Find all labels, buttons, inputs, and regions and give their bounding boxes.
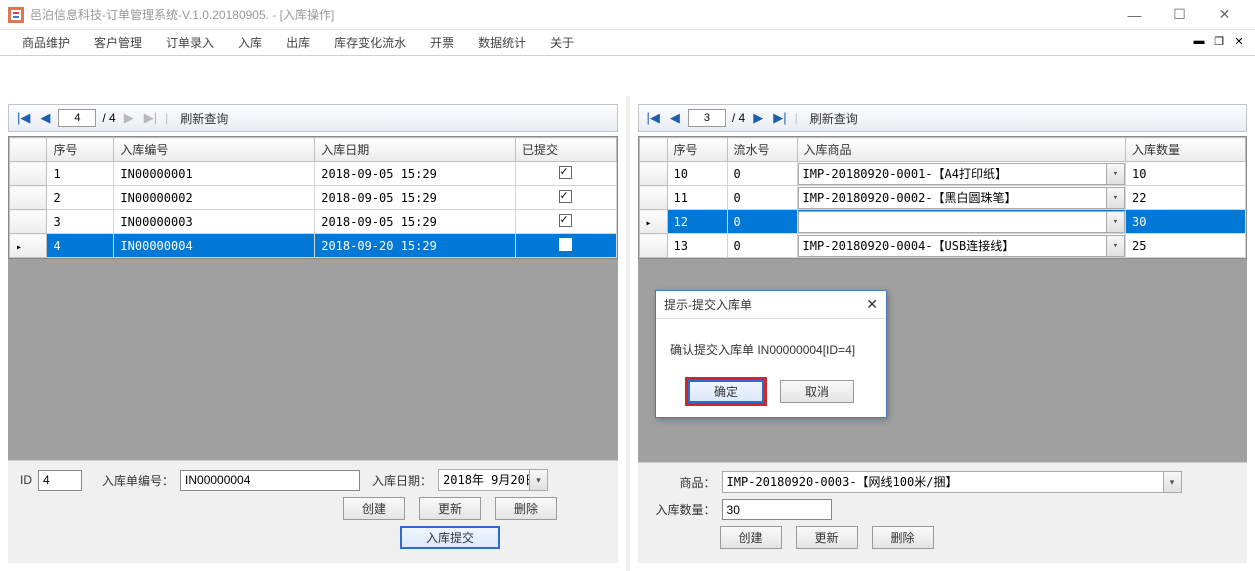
- table-row[interactable]: 110IMP-20180920-0002-【黑白圆珠笔】▾22: [639, 186, 1246, 210]
- col-flow[interactable]: 流水号: [727, 138, 797, 162]
- col-seq[interactable]: 序号: [667, 138, 727, 162]
- nav-prev-icon[interactable]: ◀: [38, 110, 52, 126]
- nav-first-icon[interactable]: |◀: [645, 110, 662, 126]
- date-picker[interactable]: 2018年 9月20日 ▾: [438, 469, 548, 491]
- dialog-ok-button[interactable]: 确定: [688, 380, 764, 403]
- right-footer: 商品： IMP-20180920-0003-【网线100米/捆】 ▾ 入库数量：…: [638, 462, 1248, 563]
- qty-input[interactable]: [722, 499, 832, 520]
- left-navigator: |◀ ◀ / 4 ▶ ▶| | 刷新查询: [8, 104, 618, 132]
- menu-invoice[interactable]: 开票: [418, 30, 466, 56]
- product-label: 商品：: [680, 474, 716, 491]
- app-icon: [8, 7, 24, 23]
- maximize-button[interactable]: ☐: [1157, 0, 1202, 30]
- table-row[interactable]: 100IMP-20180920-0001-【A4打印纸】▾10: [639, 162, 1246, 186]
- col-product[interactable]: 入库商品: [797, 138, 1126, 162]
- right-page-total: / 4: [732, 111, 745, 125]
- dialog-close-icon[interactable]: ✕: [866, 296, 878, 313]
- nav-first-icon[interactable]: |◀: [15, 110, 32, 126]
- col-submitted[interactable]: 已提交: [516, 138, 616, 162]
- update-button[interactable]: 更新: [419, 497, 481, 520]
- left-grid[interactable]: 序号 入库编号 入库日期 已提交 1IN000000012018-09-05 1…: [8, 136, 618, 259]
- left-page-input[interactable]: [58, 109, 96, 127]
- table-row[interactable]: 3IN000000032018-09-05 15:29: [10, 210, 617, 234]
- table-row[interactable]: 2IN000000022018-09-05 15:29: [10, 186, 617, 210]
- menu-outbound[interactable]: 出库: [274, 30, 322, 56]
- code-input[interactable]: [180, 470, 360, 491]
- menu-inventory-flow[interactable]: 库存变化流水: [322, 30, 418, 56]
- right-navigator: |◀ ◀ / 4 ▶ ▶| | 刷新查询: [638, 104, 1248, 132]
- left-pane: |◀ ◀ / 4 ▶ ▶| | 刷新查询 序号 入库编号 入库日期 已提交 1I…: [0, 96, 626, 571]
- nav-next-icon[interactable]: ▶: [751, 110, 765, 126]
- qty-label: 入库数量：: [656, 501, 716, 518]
- col-date[interactable]: 入库日期: [315, 138, 516, 162]
- id-input[interactable]: [38, 470, 82, 491]
- date-label: 入库日期：: [372, 472, 432, 489]
- right-refresh-link[interactable]: 刷新查询: [810, 110, 858, 127]
- window-title: 邑泊信息科技-订单管理系统-V.1.0.20180905. - [入库操作]: [30, 6, 334, 23]
- mdi-minimize-icon[interactable]: ▬: [1191, 33, 1207, 49]
- product-combo[interactable]: IMP-20180920-0003-【网线100米/捆】 ▾: [722, 471, 1182, 493]
- table-row[interactable]: 130IMP-20180920-0004-【USB连接线】▾25: [639, 234, 1246, 258]
- delete-button[interactable]: 删除: [495, 497, 557, 520]
- menu-order-entry[interactable]: 订单录入: [154, 30, 226, 56]
- right-grid[interactable]: 序号 流水号 入库商品 入库数量 100IMP-20180920-0001-【A…: [638, 136, 1248, 259]
- menu-customers[interactable]: 客户管理: [82, 30, 154, 56]
- code-label: 入库单编号：: [102, 472, 174, 489]
- chevron-down-icon[interactable]: ▾: [1164, 471, 1182, 493]
- left-page-total: / 4: [102, 111, 115, 125]
- confirm-dialog: 提示-提交入库单 ✕ 确认提交入库单 IN00000004[ID=4] 确定 取…: [655, 290, 887, 418]
- menu-inbound[interactable]: 入库: [226, 30, 274, 56]
- col-code[interactable]: 入库编号: [114, 138, 315, 162]
- menubar: 商品维护 客户管理 订单录入 入库 出库 库存变化流水 开票 数据统计 关于: [0, 30, 1255, 56]
- dialog-message: 确认提交入库单 IN00000004[ID=4]: [656, 319, 886, 380]
- id-label: ID: [20, 473, 32, 487]
- nav-last-icon[interactable]: ▶|: [771, 110, 788, 126]
- mdi-close-icon[interactable]: ✕: [1231, 33, 1247, 49]
- update-button[interactable]: 更新: [796, 526, 858, 549]
- nav-prev-icon[interactable]: ◀: [668, 110, 682, 126]
- menu-products[interactable]: 商品维护: [10, 30, 82, 56]
- dialog-title: 提示-提交入库单: [664, 296, 752, 313]
- create-button[interactable]: 创建: [343, 497, 405, 520]
- window-titlebar: 邑泊信息科技-订单管理系统-V.1.0.20180905. - [入库操作] —…: [0, 0, 1255, 30]
- col-seq[interactable]: 序号: [47, 138, 114, 162]
- nav-last-icon[interactable]: ▶|: [142, 110, 159, 126]
- right-page-input[interactable]: [688, 109, 726, 127]
- col-qty[interactable]: 入库数量: [1126, 138, 1246, 162]
- table-row[interactable]: 120IMP-20180920-0003-【网线100米/捆】▾30: [639, 210, 1246, 234]
- delete-button[interactable]: 删除: [872, 526, 934, 549]
- menu-about[interactable]: 关于: [538, 30, 586, 56]
- close-button[interactable]: ✕: [1202, 0, 1247, 30]
- table-row[interactable]: 1IN000000012018-09-05 15:29: [10, 162, 617, 186]
- create-button[interactable]: 创建: [720, 526, 782, 549]
- submit-inbound-button[interactable]: 入库提交: [400, 526, 500, 549]
- left-refresh-link[interactable]: 刷新查询: [180, 110, 228, 127]
- left-footer: ID 入库单编号： 入库日期： 2018年 9月20日 ▾ 创建 更新 删除 入…: [8, 460, 618, 563]
- menu-stats[interactable]: 数据统计: [466, 30, 538, 56]
- chevron-down-icon[interactable]: ▾: [530, 469, 548, 491]
- table-row[interactable]: 4IN000000042018-09-20 15:29: [10, 234, 617, 258]
- mdi-restore-icon[interactable]: ❐: [1211, 33, 1227, 49]
- minimize-button[interactable]: —: [1112, 0, 1157, 30]
- dialog-cancel-button[interactable]: 取消: [780, 380, 854, 403]
- nav-next-icon[interactable]: ▶: [122, 110, 136, 126]
